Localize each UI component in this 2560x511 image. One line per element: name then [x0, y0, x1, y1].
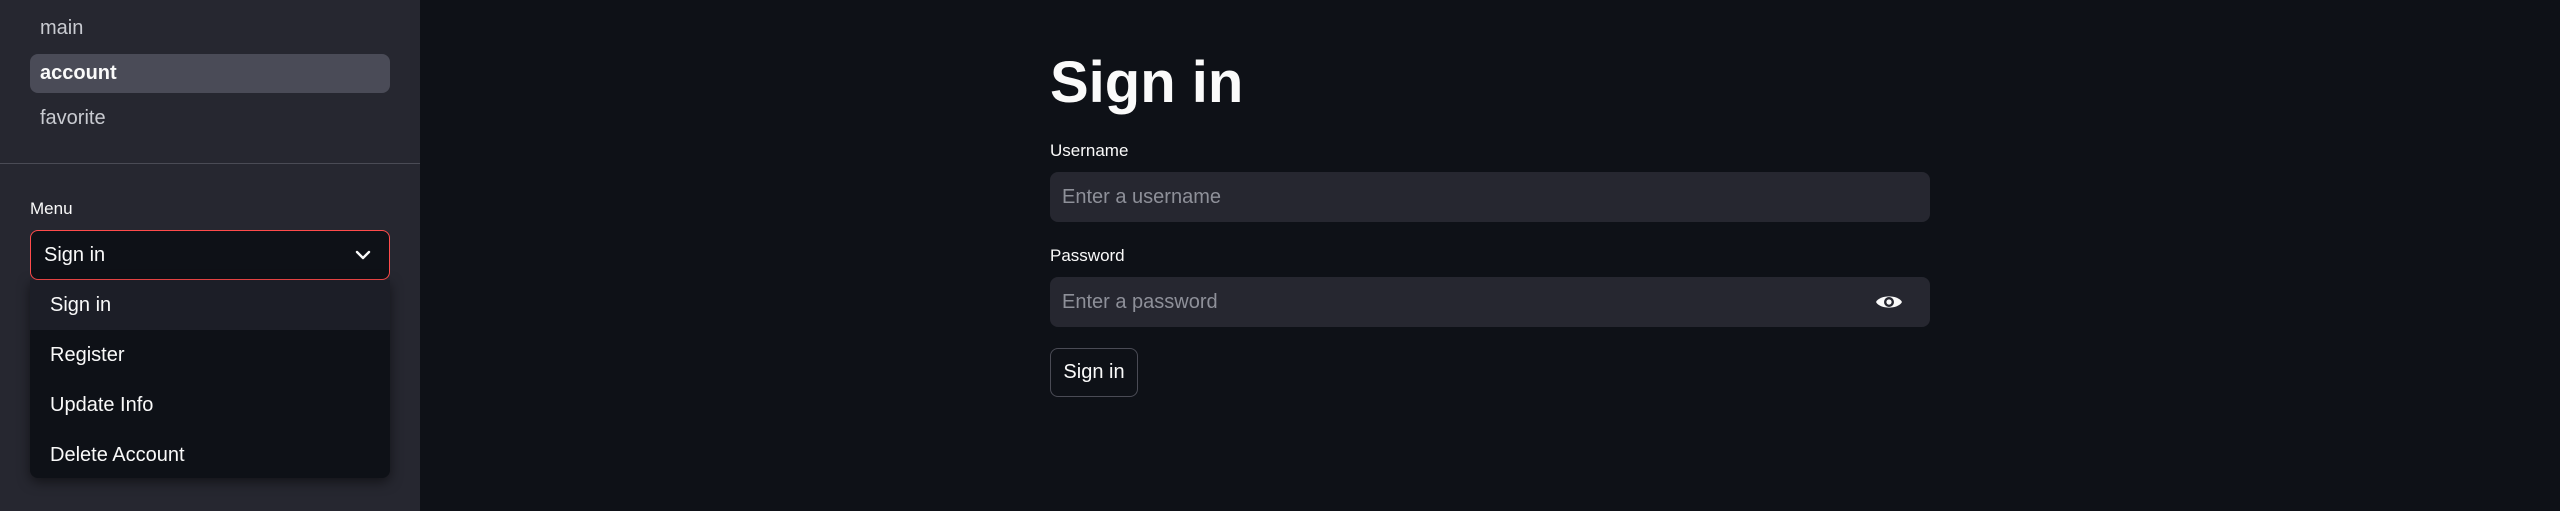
sign-in-button[interactable]: Sign in	[1050, 348, 1138, 397]
username-input[interactable]	[1050, 172, 1930, 222]
sidebar-item-account[interactable]: account	[30, 54, 390, 93]
password-input[interactable]	[1050, 277, 1930, 327]
menu-option-delete-account[interactable]: Delete Account	[30, 430, 390, 478]
eye-icon[interactable]	[1874, 291, 1904, 313]
password-label: Password	[1050, 246, 1125, 265]
username-label: Username	[1050, 141, 1129, 160]
menu-option-sign-in[interactable]: Sign in	[30, 280, 390, 330]
sidebar: main account favorite Menu Sign in Sign …	[0, 0, 420, 511]
menu-label: Menu	[30, 199, 73, 218]
menu-option-update-info[interactable]: Update Info	[30, 380, 390, 430]
menu-dropdown: Sign in Register Update Info Delete Acco…	[30, 280, 390, 478]
chevron-down-icon	[353, 245, 373, 265]
sidebar-divider	[0, 163, 420, 164]
menu-option-register[interactable]: Register	[30, 330, 390, 380]
menu-select[interactable]: Sign in	[30, 230, 390, 280]
app-root: main account favorite Menu Sign in Sign …	[0, 0, 2560, 511]
page-title: Sign in	[1050, 50, 1244, 115]
sidebar-item-favorite[interactable]: favorite	[30, 99, 390, 138]
menu-select-value: Sign in	[44, 244, 106, 266]
sidebar-item-main[interactable]: main	[30, 9, 390, 48]
